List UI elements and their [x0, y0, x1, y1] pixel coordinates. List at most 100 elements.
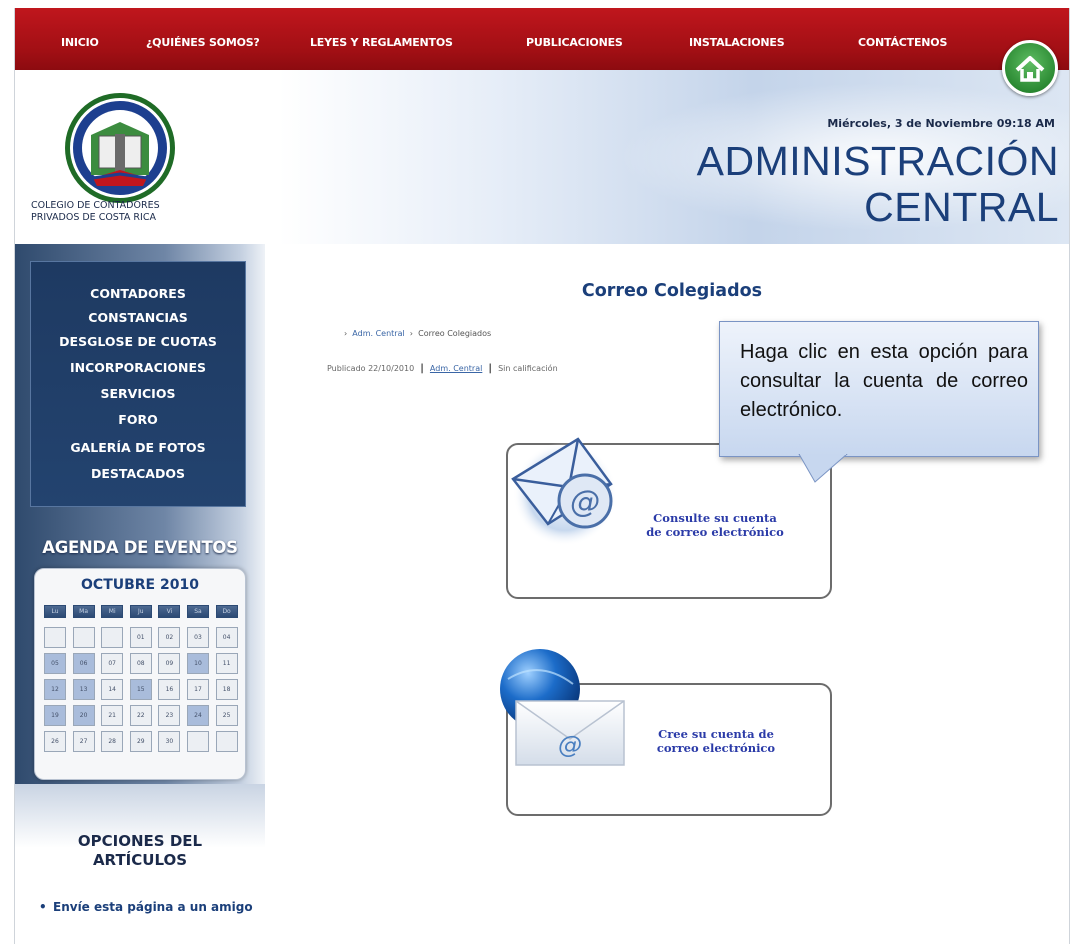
calendar-day[interactable]: 23 [158, 705, 181, 726]
breadcrumb: › Adm. Central › Correo Colegiados [344, 329, 491, 338]
calendar-day[interactable]: 24 [187, 705, 209, 726]
calendar-day[interactable]: 03 [187, 627, 209, 648]
calendar-day[interactable]: 13 [72, 679, 95, 700]
breadcrumb-link[interactable]: Adm. Central [352, 329, 404, 338]
calendar-day[interactable]: 29 [129, 731, 152, 752]
event-calendar: OCTUBRE 2010 Lu Ma Mi Ju Vi Sa Do 01 02 03 04 05 06 0… [34, 568, 246, 780]
nav-publicaciones[interactable]: PUBLICACIONES [526, 36, 623, 49]
calendar-weekday: Lu [44, 605, 66, 618]
calendar-day[interactable]: 15 [129, 679, 152, 700]
article-options-title-line1: OPCIONES DEL [77, 832, 203, 850]
calendar-day[interactable]: 09 [158, 653, 181, 674]
sidebar: CONTADORES CONSTANCIAS DESGLOSE DE CUOTA… [15, 244, 265, 944]
create-email-link[interactable]: Cree su cuenta de correo electrónico [626, 727, 806, 755]
calendar-day[interactable]: 26 [44, 731, 66, 752]
calendar-day[interactable]: 16 [158, 679, 181, 700]
article-options-title-line2: ARTÍCULOS [92, 851, 188, 869]
page-title: Correo Colegiados [581, 281, 763, 301]
menu-servicios[interactable]: SERVICIOS [31, 386, 245, 401]
calendar-day[interactable]: 30 [158, 731, 181, 752]
calendar-weekday: Vi [158, 605, 181, 618]
article-options-title: OPCIONES DEL ARTÍCULOS [15, 832, 265, 870]
calendar-day[interactable]: 14 [101, 679, 124, 700]
menu-desglose-cuotas[interactable]: DESGLOSE DE CUOTAS [31, 334, 245, 349]
calendar-day[interactable]: 27 [72, 731, 95, 752]
calendar-day[interactable]: 12 [44, 679, 66, 700]
create-email-line2: correo electrónico [656, 741, 776, 755]
calendar-day[interactable]: 28 [101, 731, 124, 752]
send-page-link[interactable]: • Envíe esta página a un amigo [39, 899, 263, 916]
menu-foro[interactable]: FORO [31, 412, 245, 427]
section-title-line1: ADMINISTRACIÓN [696, 138, 1059, 184]
globe-envelope-icon[interactable]: @ [478, 639, 628, 769]
calendar-day[interactable]: 05 [44, 653, 66, 674]
nav-leyes-reglamentos[interactable]: LEYES Y REGLAMENTOS [310, 36, 453, 49]
calendar-day[interactable]: 04 [215, 627, 238, 648]
breadcrumb-current: Correo Colegiados [418, 329, 492, 338]
calendar-empty-cell [72, 627, 95, 648]
org-name-line1: COLEGIO DE CONTADORES [31, 200, 160, 211]
calendar-day[interactable]: 22 [129, 705, 152, 726]
send-page-link-text: Envíe esta página a un amigo [53, 900, 253, 914]
calendar-day[interactable]: 17 [187, 679, 209, 700]
home-icon [1015, 56, 1045, 82]
calendar-weekday: Do [215, 605, 238, 618]
calendar-weekday: Ma [72, 605, 95, 618]
consult-email-line2: de correo electrónico [646, 525, 784, 539]
calendar-day[interactable]: 10 [187, 653, 209, 674]
consult-email-link[interactable]: Consulte su cuenta de correo electrónico [620, 511, 810, 539]
calendar-empty-cell [187, 731, 209, 752]
calendar-day[interactable]: 25 [215, 705, 238, 726]
calendar-day[interactable]: 20 [72, 705, 95, 726]
calendar-empty-cell [101, 627, 124, 648]
help-callout-text: Haga clic en esta opción para consultar … [740, 341, 1028, 421]
breadcrumb-separator: › [344, 329, 350, 338]
rating-text: Sin calificación [498, 364, 558, 373]
author-link[interactable]: Adm. Central [430, 364, 482, 373]
callout-pointer [798, 454, 848, 483]
org-name: COLEGIO DE CONTADORES PRIVADOS DE COSTA … [31, 200, 160, 224]
bullet: • [39, 900, 47, 914]
calendar-empty-cell [215, 731, 238, 752]
menu-constancias[interactable]: CONSTANCIAS [31, 310, 245, 325]
calendar-empty-cell [44, 627, 66, 648]
home-button[interactable] [1002, 40, 1058, 96]
nav-instalaciones[interactable]: INSTALACIONES [689, 36, 785, 49]
calendar-weekday: Ju [129, 605, 152, 618]
menu-destacados[interactable]: DESTACADOS [31, 466, 245, 481]
calendar-day[interactable]: 06 [72, 653, 95, 674]
page: INICIO ¿QUIÉNES SOMOS? LEYES Y REGLAMENT… [14, 8, 1070, 944]
calendar-day[interactable]: 18 [215, 679, 238, 700]
calendar-month: OCTUBRE 2010 [81, 577, 199, 593]
calendar-day[interactable]: 21 [101, 705, 124, 726]
email-envelope-icon[interactable]: @ [493, 409, 633, 549]
article-meta: Publicado 22/10/2010 | Adm. Central | Si… [327, 363, 558, 374]
college-logo[interactable] [63, 90, 178, 208]
calendar-weekday: Sa [187, 605, 209, 618]
nav-quienes-somos[interactable]: ¿QUIÉNES SOMOS? [146, 36, 260, 49]
calendar-day[interactable]: 01 [129, 627, 152, 648]
site-header: COLEGIO DE CONTADORES PRIVADOS DE COSTA … [15, 70, 1069, 244]
calendar-day[interactable]: 08 [129, 653, 152, 674]
menu-incorporaciones[interactable]: INCORPORACIONES [31, 360, 245, 375]
top-nav: INICIO ¿QUIÉNES SOMOS? LEYES Y REGLAMENT… [15, 8, 1069, 70]
nav-inicio[interactable]: INICIO [61, 36, 99, 49]
menu-contadores[interactable]: CONTADORES [31, 286, 245, 301]
calendar-day[interactable]: 11 [215, 653, 238, 674]
svg-text:@: @ [558, 731, 582, 759]
nav-contactenos[interactable]: CONTÁCTENOS [858, 36, 947, 49]
calendar-day[interactable]: 02 [158, 627, 181, 648]
org-name-line2: PRIVADOS DE COSTA RICA [31, 212, 156, 223]
create-email-line1: Cree su cuenta de [658, 727, 774, 741]
menu-galeria-fotos[interactable]: GALERÍA DE FOTOS [31, 440, 245, 455]
agenda-title: AGENDA DE EVENTOS [42, 538, 238, 557]
current-date: Miércoles, 3 de Noviembre 09:18 AM [827, 117, 1055, 130]
sidebar-menu: CONTADORES CONSTANCIAS DESGLOSE DE CUOTA… [30, 261, 246, 507]
calendar-day[interactable]: 19 [44, 705, 66, 726]
svg-text:@: @ [570, 485, 600, 520]
breadcrumb-separator: › [407, 329, 416, 338]
calendar-day[interactable]: 07 [101, 653, 124, 674]
calendar-weekday: Mi [101, 605, 124, 618]
consult-email-line1: Consulte su cuenta [653, 511, 777, 525]
published-date: Publicado 22/10/2010 [327, 364, 415, 373]
